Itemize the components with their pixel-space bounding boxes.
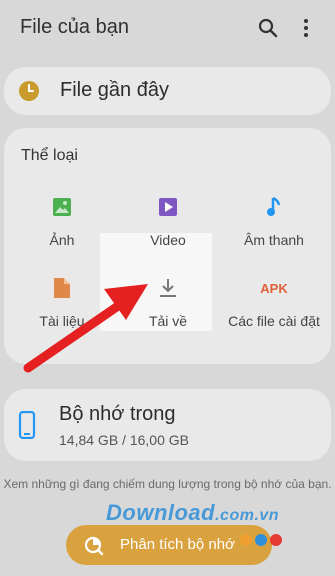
annotation-arrow [23, 284, 148, 373]
